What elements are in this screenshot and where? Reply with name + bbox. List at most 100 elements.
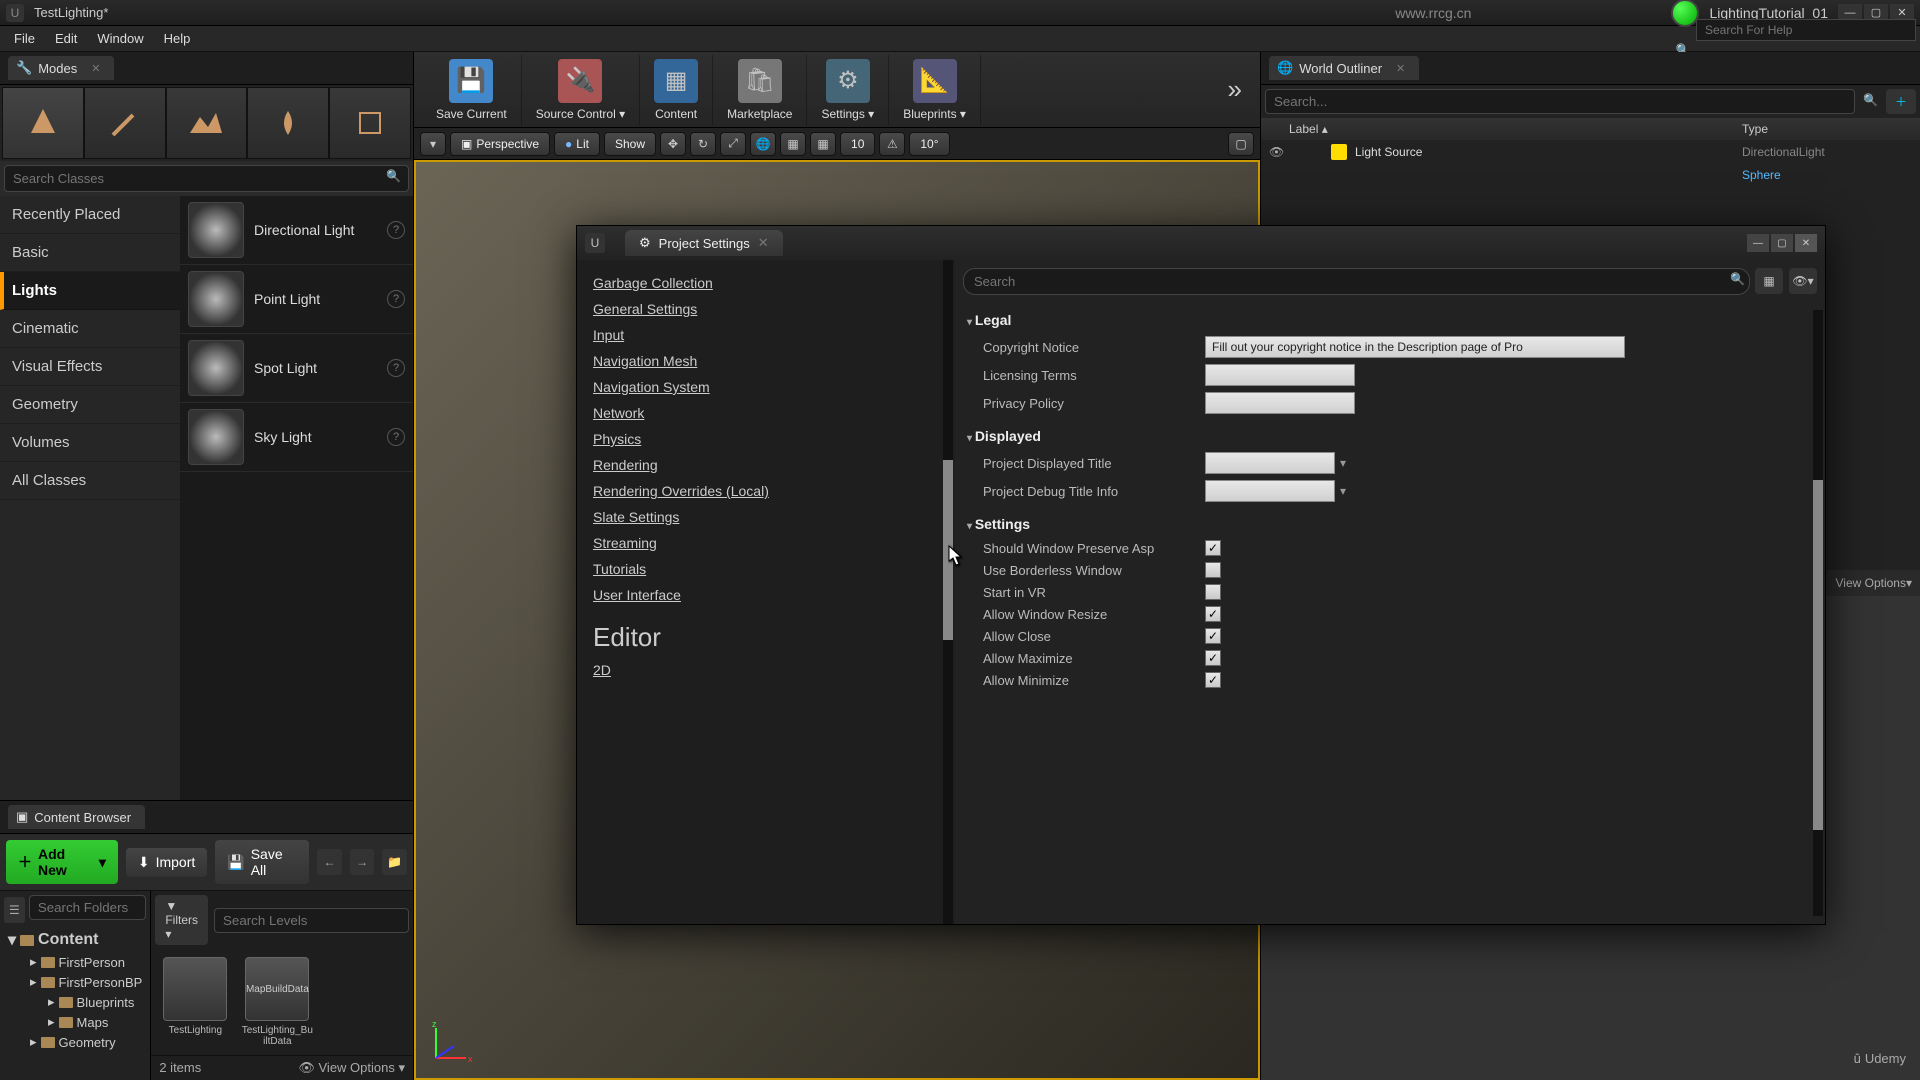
scrollbar-thumb[interactable] [943,460,953,640]
menu-edit[interactable]: Edit [45,27,87,50]
category-volumes[interactable]: Volumes [0,424,180,462]
copyright-notice-input[interactable] [1205,336,1625,358]
close-icon[interactable]: ✕ [758,235,769,251]
project-settings-categories[interactable]: Garbage CollectionGeneral SettingsInput N… [577,260,955,924]
maximize-viewport-button[interactable]: ▢ [1228,132,1254,156]
legal-group-header[interactable]: Legal [967,307,1813,333]
add-actor-button[interactable]: ＋ [1886,89,1916,114]
search-folders-input[interactable] [29,895,147,920]
visibility-icon[interactable]: 👁 [1269,145,1285,159]
grid-view-button[interactable]: ▦ [1755,268,1783,294]
ps-link-user-interface[interactable]: User Interface [593,582,939,608]
allow-resize-checkbox[interactable]: ✓ [1205,606,1221,622]
translate-gizmo-button[interactable]: ✥ [660,132,686,156]
project-settings-search-input[interactable] [963,268,1750,295]
world-local-button[interactable]: 🌐 [750,132,776,156]
chevron-down-icon[interactable]: ▾ [1335,456,1351,470]
help-search-input[interactable] [1696,19,1916,41]
ps-link-slate-settings[interactable]: Slate Settings [593,504,939,530]
add-new-button[interactable]: ＋ Add New ▾ [6,840,118,884]
angle-snap-button[interactable]: ⚠ [879,132,905,156]
place-mode-button[interactable] [2,87,84,159]
ps-link-input[interactable]: Input [593,322,939,348]
surface-snap-button[interactable]: ▦ [780,132,806,156]
geometry-mode-button[interactable] [329,87,411,159]
light-item-spot-light[interactable]: Spot Light? [180,334,413,403]
help-icon[interactable]: ? [387,221,405,239]
light-item-directional-light[interactable]: Directional Light? [180,196,413,265]
ps-link-network[interactable]: Network [593,400,939,426]
tree-folder-firstperson[interactable]: ▸FirstPerson [4,952,146,972]
settings-group-header[interactable]: Settings [967,511,1813,537]
tree-folder-blueprints[interactable]: ▸Blueprints [4,992,146,1012]
search-assets-input[interactable] [214,908,409,933]
lit-button[interactable]: ● Lit [554,132,600,156]
landscape-mode-button[interactable] [166,87,248,159]
category-recently-placed[interactable]: Recently Placed [0,196,180,234]
project-settings-titlebar[interactable]: U ⚙ Project Settings ✕ — ▢ ✕ [577,226,1825,260]
project-title-input[interactable] [1205,452,1335,474]
save-current-button[interactable]: 💾 Save Current [422,55,522,125]
category-basic[interactable]: Basic [0,234,180,272]
scrollbar-thumb[interactable] [1813,480,1823,830]
allow-minimize-checkbox[interactable]: ✓ [1205,672,1221,688]
outliner-row[interactable]: Sphere [1261,164,1920,186]
tree-folder-maps[interactable]: ▸Maps [4,1012,146,1032]
help-icon[interactable]: ? [387,290,405,308]
ps-link-rendering-overrides-local-[interactable]: Rendering Overrides (Local) [593,478,939,504]
borderless-checkbox[interactable] [1205,562,1221,578]
filters-button[interactable]: ▼ Filters ▾ [155,895,208,945]
displayed-group-header[interactable]: Displayed [967,423,1813,449]
angle-snap-value[interactable]: 10° [909,132,949,156]
type-column-header[interactable]: Type [1742,122,1912,136]
outliner-search-input[interactable] [1265,89,1855,114]
world-outliner-tab[interactable]: 🌐 World Outliner ✕ [1269,56,1419,80]
allow-close-checkbox[interactable]: ✓ [1205,628,1221,644]
help-icon[interactable]: ? [387,359,405,377]
licensing-terms-input[interactable] [1205,364,1355,386]
light-item-point-light[interactable]: Point Light? [180,265,413,334]
grid-snap-button[interactable]: ▦ [810,132,836,156]
blueprints-button[interactable]: 📐 Blueprints ▾ [889,55,981,125]
scale-gizmo-button[interactable]: ⤢ [720,132,746,156]
tree-toggle-button[interactable]: ☰ [4,897,25,923]
menu-window[interactable]: Window [87,27,153,50]
close-icon[interactable]: ✕ [91,62,100,75]
viewport-options-button[interactable]: ▾ [420,132,446,156]
import-button[interactable]: ⬇ Import [126,848,207,877]
close-icon[interactable]: ✕ [1396,62,1405,75]
ps-link-garbage-collection[interactable]: Garbage Collection [593,270,939,296]
menu-help[interactable]: Help [154,27,201,50]
ps-link-general-settings[interactable]: General Settings [593,296,939,322]
ps-link-tutorials[interactable]: Tutorials [593,556,939,582]
ps-link-navigation-system[interactable]: Navigation System [593,374,939,400]
view-options-button[interactable]: 👁 View Options ▾ [298,1060,405,1076]
outliner-row[interactable]: 👁Light SourceDirectionalLight [1261,140,1920,164]
asset-testlighting[interactable]: TestLighting [159,957,231,1036]
content-button[interactable]: ▦ Content [640,55,713,125]
light-item-sky-light[interactable]: Sky Light? [180,403,413,472]
search-classes-input[interactable] [4,165,409,192]
save-all-button[interactable]: 💾 Save All [215,840,309,884]
content-browser-tab[interactable]: ▣ Content Browser [8,805,145,829]
paint-mode-button[interactable] [84,87,166,159]
menu-file[interactable]: File [4,27,45,50]
help-icon[interactable]: ? [387,428,405,446]
start-vr-checkbox[interactable] [1205,584,1221,600]
debug-title-input[interactable] [1205,480,1335,502]
category-cinematic[interactable]: Cinematic [0,310,180,348]
ps-link-streaming[interactable]: Streaming [593,530,939,556]
perspective-button[interactable]: ▣ Perspective [450,132,550,156]
toolbar-overflow-button[interactable]: » [1218,74,1252,105]
nav-forward-button[interactable]: → [350,849,375,875]
privacy-policy-input[interactable] [1205,392,1355,414]
source-control-button[interactable]: 🔌 Source Control ▾ [522,55,640,125]
ps-link-rendering[interactable]: Rendering [593,452,939,478]
show-button[interactable]: Show [604,132,656,156]
tree-folder-geometry[interactable]: ▸Geometry [4,1032,146,1052]
ps-link-physics[interactable]: Physics [593,426,939,452]
marketplace-button[interactable]: 🛍 Marketplace [713,55,807,125]
nav-path-button[interactable]: 📁 [382,849,407,875]
category-geometry[interactable]: Geometry [0,386,180,424]
chevron-down-icon[interactable]: ▾ [1335,484,1351,498]
